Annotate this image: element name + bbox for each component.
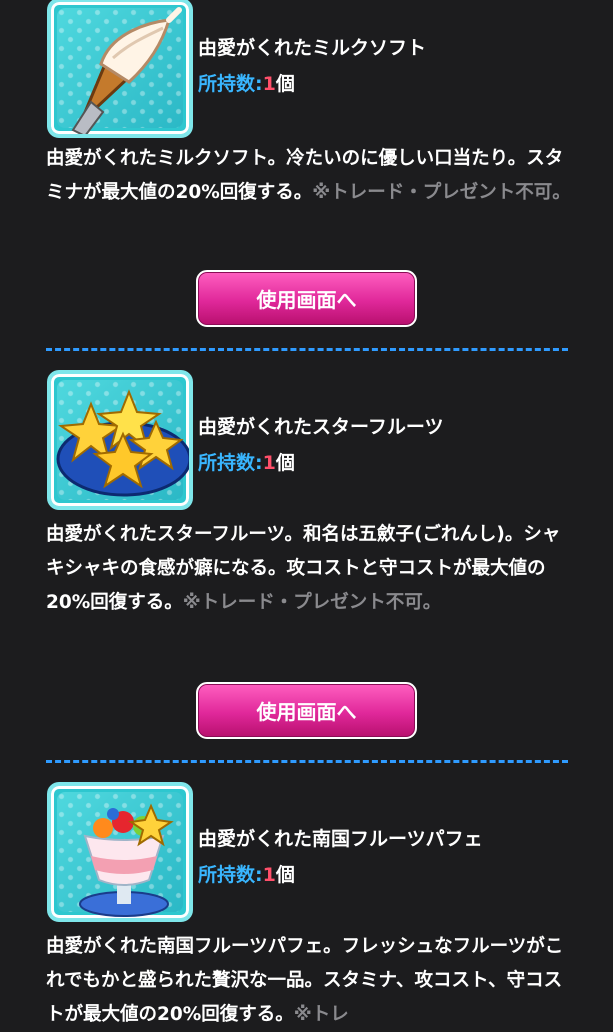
soft-serve-icon (71, 7, 182, 134)
count-label: 所持数: (198, 864, 263, 886)
count-unit: 個 (275, 452, 295, 474)
fruit-parfait-icon (79, 803, 174, 917)
separator (46, 760, 568, 763)
use-screen-button[interactable]: 使用画面へ (196, 682, 417, 739)
item-count: 所持数:1個 (198, 448, 295, 475)
item-description: 由愛がくれたスターフルーツ。和名は五斂子(ごれんし)。シャキシャキの食感が癖にな… (46, 518, 576, 620)
star-fruit-icon (56, 389, 189, 497)
count-unit: 個 (275, 864, 295, 886)
separator (46, 348, 568, 351)
item-count: 所持数:1個 (198, 860, 295, 887)
item-thumbnail[interactable] (47, 370, 193, 510)
count-label: 所持数: (198, 452, 263, 474)
count-value: 1 (262, 864, 276, 886)
item-name: 由愛がくれた南国フルーツパフェ (198, 828, 483, 850)
item-description: 由愛がくれたミルクソフト。冷たいのに優しい口当たり。スタミナが最大値の20%回復… (46, 142, 576, 210)
description-note: ※トレード・プレゼント不可。 (182, 592, 442, 613)
count-value: 1 (262, 452, 276, 474)
item-name: 由愛がくれたスターフルーツ (198, 416, 444, 438)
item-thumbnail[interactable] (47, 0, 193, 138)
count-value: 1 (262, 73, 276, 95)
count-label: 所持数: (198, 73, 263, 95)
description-note: ※トレ (293, 1004, 349, 1025)
item-thumbnail[interactable] (47, 782, 193, 922)
description-note: ※トレード・プレゼント不可。 (312, 182, 571, 203)
count-unit: 個 (275, 73, 295, 95)
item-count: 所持数:1個 (198, 69, 295, 96)
item-description: 由愛がくれた南国フルーツパフェ。フレッシュなフルーツがこれでもかと盛られた贅沢な… (46, 930, 576, 1032)
item-name: 由愛がくれたミルクソフト (198, 37, 427, 59)
use-screen-button[interactable]: 使用画面へ (196, 270, 417, 327)
